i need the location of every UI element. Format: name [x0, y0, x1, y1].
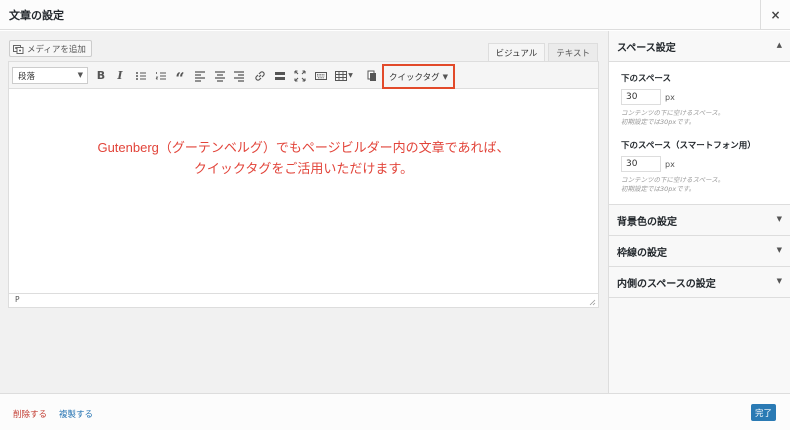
tab-text[interactable]: テキスト	[548, 43, 598, 61]
media-icon	[13, 44, 24, 54]
editor-column: メディアを追加 ビジュアル テキスト 段落 ▼ B I “ ▼ クイックタグ ▼…	[0, 31, 608, 393]
quicktag-label: クイックタグ	[389, 72, 440, 83]
rich-text-editor: 段落 ▼ B I “ ▼ クイックタグ ▼ Gutenberg（グーテンベルグ）…	[8, 61, 599, 308]
bold-button[interactable]: B	[93, 67, 109, 84]
resize-handle-icon[interactable]	[589, 299, 596, 306]
field-description: コンテンツの下に空けるスペース。 初期設定では30pxです。	[621, 109, 790, 127]
description-line: 初期設定では30pxです。	[621, 118, 696, 126]
inner-space-toggle[interactable]: 内側のスペースの設定 ▼	[609, 267, 790, 297]
fullscreen-icon	[294, 69, 306, 82]
bottom-space-label: 下のスペース	[621, 74, 671, 84]
paste-button[interactable]	[364, 67, 380, 84]
space-settings-section: スペース設定 ▲ 下のスペース 30 px コンテンツの下に空けるスペース。 初…	[609, 31, 790, 205]
inner-space-section: 内側のスペースの設定 ▼	[609, 267, 790, 298]
editor-toolbar: 段落 ▼ B I “ ▼ クイックタグ ▼	[9, 62, 598, 89]
space-settings-body: 下のスペース 30 px コンテンツの下に空けるスペース。 初期設定では30px…	[609, 61, 790, 204]
bullet-list-icon	[136, 71, 146, 80]
table-icon	[335, 70, 348, 81]
unit-label: px	[665, 159, 675, 169]
chevron-up-icon: ▲	[776, 41, 782, 49]
modal-title: 文章の設定	[9, 9, 64, 22]
chevron-down-icon: ▼	[776, 277, 782, 285]
editor-statusbar: P	[9, 293, 598, 307]
copy-icon	[367, 70, 376, 81]
format-select-value: 段落	[18, 71, 36, 82]
read-more-icon	[275, 71, 285, 80]
settings-panel: スペース設定 ▲ 下のスペース 30 px コンテンツの下に空けるスペース。 初…	[608, 31, 790, 393]
chevron-down-icon: ▼	[776, 246, 782, 254]
align-left-button[interactable]	[192, 67, 208, 84]
numbered-list-icon	[155, 71, 166, 79]
align-left-icon	[195, 70, 205, 82]
section-title: スペース設定	[617, 42, 676, 54]
element-path[interactable]: P	[15, 295, 20, 304]
chevron-down-icon: ▼	[348, 72, 353, 79]
read-more-button[interactable]	[272, 67, 288, 84]
keyboard-icon	[315, 71, 327, 80]
tab-visual[interactable]: ビジュアル	[487, 43, 546, 61]
link-icon	[255, 70, 265, 81]
duplicate-link[interactable]: 複製する	[59, 408, 93, 420]
modal-footer: 削除する 複製する 完了	[0, 393, 790, 430]
content-line-1: Gutenberg（グーテンベルグ）でもページビルダー内の文章であれば、	[97, 140, 510, 155]
done-button[interactable]: 完了	[751, 404, 776, 421]
quicktag-dropdown[interactable]: クイックタグ ▼	[382, 64, 455, 89]
add-media-button[interactable]: メディアを追加	[9, 40, 92, 57]
description-line: コンテンツの下に空けるスペース。	[621, 109, 725, 117]
settings-modal: 文章の設定 × メディアを追加 ビジュアル テキスト 段落 ▼ B I “ ▼ …	[0, 0, 790, 430]
background-color-toggle[interactable]: 背景色の設定 ▼	[609, 205, 790, 235]
description-line: 初期設定では30pxです。	[621, 185, 696, 193]
bullet-list-button[interactable]	[133, 67, 149, 84]
bottom-space-sp-input[interactable]: 30	[621, 156, 661, 172]
bold-icon: B	[96, 69, 106, 82]
italic-button[interactable]: I	[112, 67, 128, 84]
delete-link[interactable]: 削除する	[13, 408, 47, 420]
editor-mode-tabs: ビジュアル テキスト	[487, 43, 598, 61]
background-color-section: 背景色の設定 ▼	[609, 205, 790, 236]
modal-header: 文章の設定 ×	[0, 0, 790, 30]
insert-link-button[interactable]	[252, 67, 268, 84]
toolbar-toggle-button[interactable]	[313, 67, 329, 84]
description-line: コンテンツの下に空けるスペース。	[621, 176, 725, 184]
content-line-2: クイックタグをご活用いただけます。	[193, 161, 414, 176]
align-right-icon	[234, 70, 244, 82]
italic-icon: I	[117, 69, 123, 82]
field-description: コンテンツの下に空けるスペース。 初期設定では30pxです。	[621, 176, 790, 194]
border-toggle[interactable]: 枠線の設定 ▼	[609, 236, 790, 266]
quote-icon: “	[175, 69, 185, 88]
chevron-down-icon: ▼	[776, 215, 782, 223]
close-button[interactable]: ×	[760, 0, 790, 30]
close-icon: ×	[770, 8, 781, 22]
space-settings-toggle[interactable]: スペース設定 ▲	[609, 31, 790, 61]
unit-label: px	[665, 92, 675, 102]
section-title: 枠線の設定	[617, 247, 667, 259]
align-right-button[interactable]	[231, 67, 247, 84]
add-media-label: メディアを追加	[27, 44, 86, 55]
editor-content[interactable]: Gutenberg（グーテンベルグ）でもページビルダー内の文章であれば、 クイッ…	[9, 90, 598, 294]
bottom-space-input[interactable]: 30	[621, 89, 661, 105]
table-button[interactable]: ▼	[333, 67, 355, 84]
blockquote-button[interactable]: “	[172, 67, 188, 88]
section-title: 背景色の設定	[617, 216, 677, 228]
numbered-list-button[interactable]	[153, 67, 169, 84]
align-center-icon	[215, 70, 225, 82]
paragraph-format-select[interactable]: 段落 ▼	[12, 67, 88, 84]
border-section: 枠線の設定 ▼	[609, 236, 790, 267]
chevron-down-icon: ▼	[442, 73, 448, 81]
section-title: 内側のスペースの設定	[617, 278, 716, 290]
bottom-space-sp-label: 下のスペース（スマートフォン用）	[621, 141, 756, 151]
chevron-down-icon: ▼	[77, 71, 83, 79]
align-center-button[interactable]	[212, 67, 228, 84]
fullscreen-button[interactable]	[292, 67, 308, 84]
